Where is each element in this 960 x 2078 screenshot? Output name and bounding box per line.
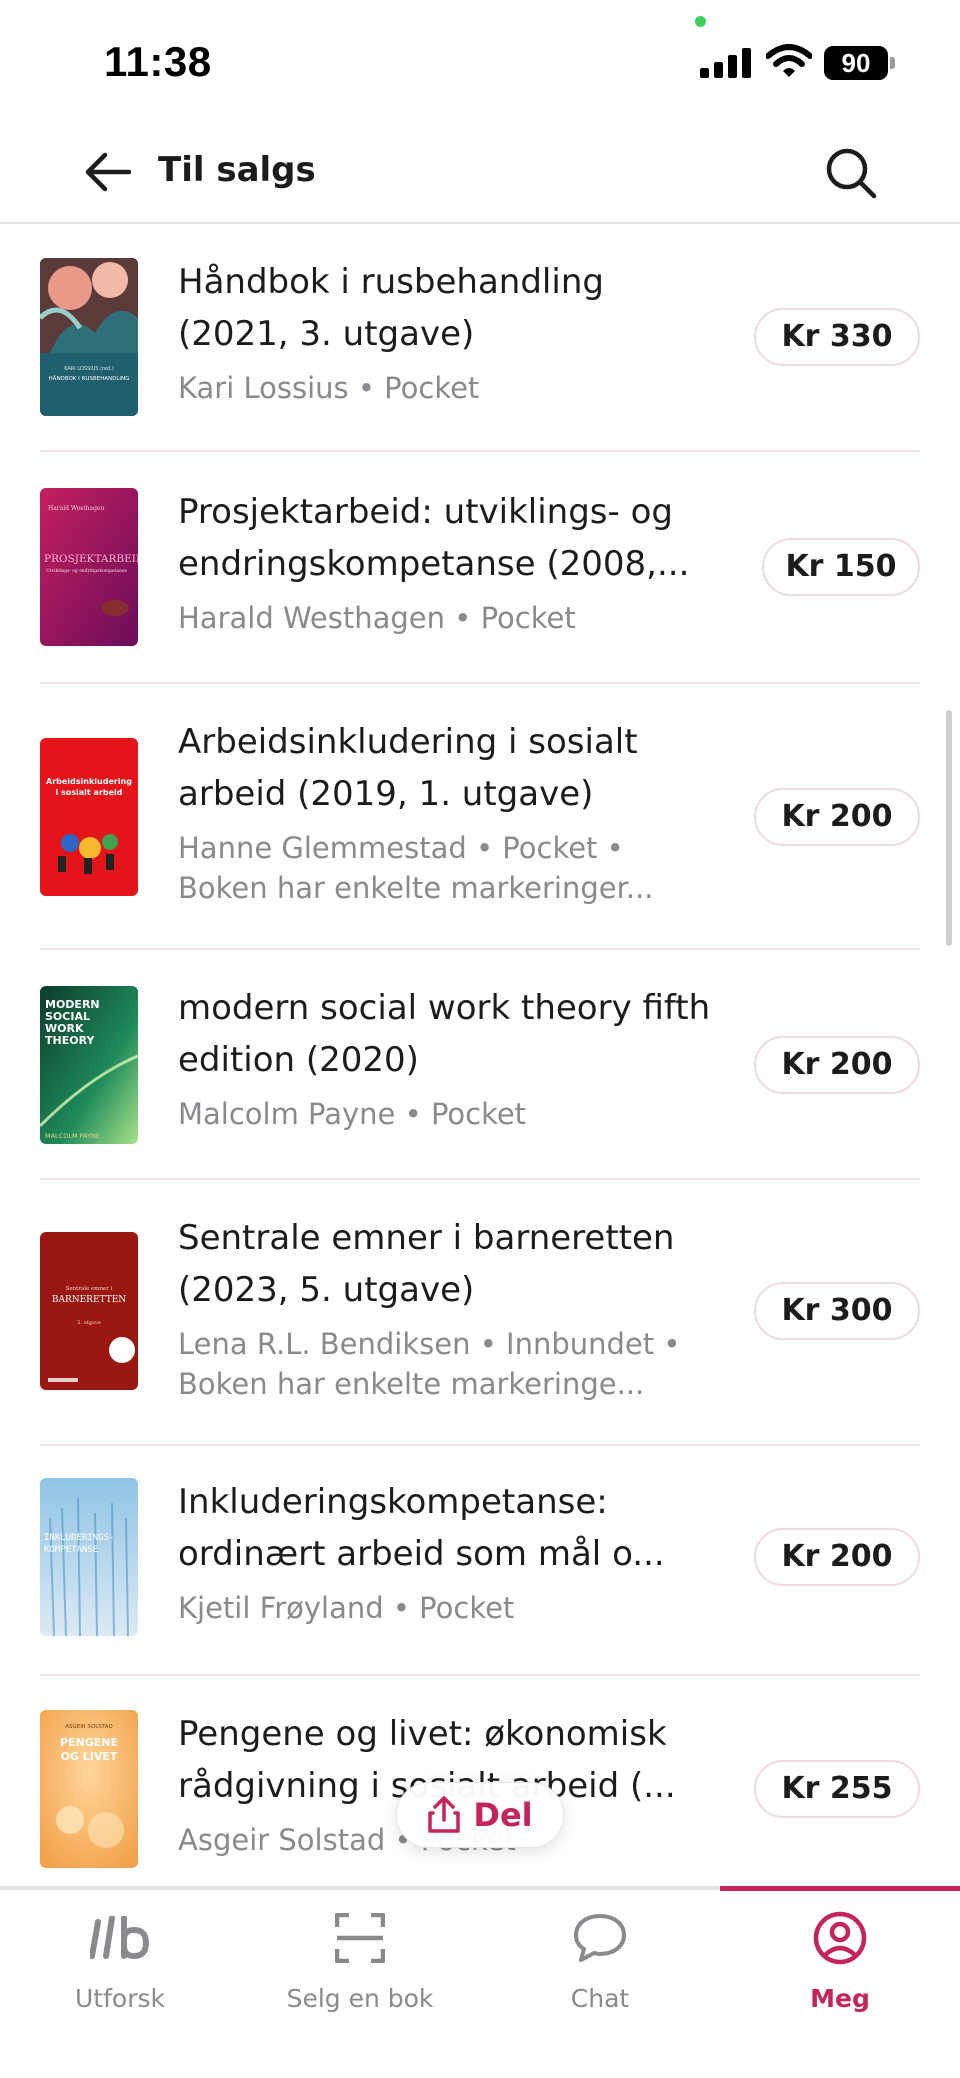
- cover-text: Sentrale emner i: [66, 1286, 113, 1292]
- book-info: Arbeidsinkludering i sosialt arbeid (201…: [178, 716, 718, 908]
- list-item[interactable]: KARI LOSSIUS (red.) HÅNDBOK I RUSBEHANDL…: [0, 226, 960, 452]
- book-title: Håndbok i rusbehandling (2021, 3. utgave…: [178, 262, 604, 354]
- book-title: modern social work theory fifth edition …: [178, 988, 711, 1080]
- cover-text: ASGEIR SOLSTAD: [65, 1724, 113, 1730]
- divider: [40, 450, 920, 452]
- back-button[interactable]: [80, 144, 136, 200]
- cover-text: Utviklings- og endringskompetanse: [46, 568, 127, 574]
- nav-label: Utforsk: [75, 1984, 165, 2013]
- search-icon: [826, 148, 877, 199]
- book-cover: Sentrale emner i BARNERETTEN 5. utgave: [40, 1232, 138, 1390]
- book-meta: Kari Lossius • Pocket: [178, 371, 480, 405]
- cover-text: Arbeidsinkludering: [46, 777, 132, 786]
- cover-text: KOMPETANSE: [44, 1545, 98, 1555]
- nav-item-selg-en-bok[interactable]: Selg en bok: [240, 1890, 480, 2020]
- list-item[interactable]: INKLUDERINGS- KOMPETANSE Inkluderingskom…: [0, 1448, 960, 1676]
- book-cover: INKLUDERINGS- KOMPETANSE: [40, 1478, 138, 1636]
- share-button[interactable]: Del: [396, 1782, 564, 1848]
- nav-item-utforsk[interactable]: Utforsk: [0, 1890, 240, 2020]
- book-cover: Harald Westhagen PROSJEKTARBEID Utviklin…: [40, 488, 138, 646]
- cover-text: KARI LOSSIUS (red.): [64, 366, 114, 372]
- book-info: modern social work theory fifth edition …: [178, 982, 718, 1134]
- battery-icon: 90: [824, 46, 896, 80]
- book-list[interactable]: KARI LOSSIUS (red.) HÅNDBOK I RUSBEHANDL…: [0, 226, 960, 1886]
- list-item[interactable]: Arbeidsinkludering i sosialt arbeid Arbe…: [0, 686, 960, 950]
- book-meta: Lena R.L. Bendiksen • Innbundet • Boken …: [178, 1327, 681, 1401]
- nav-label: Selg en bok: [286, 1984, 434, 2013]
- cover-text: THEORY: [45, 1034, 95, 1047]
- cover-text: BARNERETTEN: [52, 1295, 126, 1305]
- ib-logo-icon: [90, 1908, 150, 1968]
- book-title: Sentrale emner i barneretten (2023, 5. u…: [178, 1218, 675, 1310]
- price-chip[interactable]: Kr 200: [754, 788, 920, 846]
- cover-text: PENGENE: [60, 1736, 118, 1749]
- cover-text: PROSJEKTARBEID: [44, 553, 138, 565]
- book-title: Inkluderingskompetanse: ordinært arbeid …: [178, 1482, 665, 1574]
- privacy-indicator-dot: [695, 16, 706, 27]
- list-item[interactable]: Sentrale emner i BARNERETTEN 5. utgave S…: [0, 1182, 960, 1446]
- divider: [40, 682, 920, 684]
- battery-level: 90: [824, 46, 888, 80]
- cellular-signal-icon: [700, 48, 751, 78]
- price-chip[interactable]: Kr 330: [754, 308, 920, 366]
- book-meta: Harald Westhagen • Pocket: [178, 601, 576, 635]
- share-icon: [428, 1796, 461, 1833]
- divider: [40, 948, 920, 950]
- book-info: Sentrale emner i barneretten (2023, 5. u…: [178, 1212, 718, 1404]
- nav-item-meg[interactable]: Meg: [720, 1890, 960, 2020]
- scan-icon: [330, 1908, 390, 1968]
- divider: [40, 1674, 920, 1676]
- cover-text: 5. utgave: [77, 1320, 101, 1326]
- cover-text: MALCOLM PAYNE: [45, 1132, 100, 1140]
- book-meta: Kjetil Frøyland • Pocket: [178, 1591, 515, 1625]
- book-info: Prosjektarbeid: utviklings- og endringsk…: [178, 486, 718, 638]
- list-item[interactable]: MODERN SOCIAL WORK THEORY MALCOLM PAYNE …: [0, 952, 960, 1180]
- status-time: 11:38: [104, 38, 212, 85]
- book-cover: KARI LOSSIUS (red.) HÅNDBOK I RUSBEHANDL…: [40, 258, 138, 416]
- price-chip[interactable]: Kr 200: [754, 1528, 920, 1586]
- wifi-icon: [766, 44, 812, 77]
- book-info: Håndbok i rusbehandling (2021, 3. utgave…: [178, 256, 718, 408]
- book-cover: ASGEIR SOLSTAD PENGENE OG LIVET: [40, 1710, 138, 1868]
- user-circle-icon: [810, 1908, 870, 1968]
- nav-label: Meg: [810, 1984, 870, 2013]
- book-title: Prosjektarbeid: utviklings- og endringsk…: [178, 492, 690, 584]
- list-item[interactable]: Harald Westhagen PROSJEKTARBEID Utviklin…: [0, 454, 960, 684]
- price-chip[interactable]: Kr 150: [762, 538, 920, 596]
- price-chip[interactable]: Kr 300: [754, 1282, 920, 1340]
- book-info: Inkluderingskompetanse: ordinært arbeid …: [178, 1476, 718, 1628]
- scrollbar[interactable]: [946, 710, 952, 946]
- divider: [40, 1444, 920, 1446]
- cover-text: i sosialt arbeid: [55, 788, 122, 797]
- cover-text: OG LIVET: [61, 1750, 118, 1763]
- share-label: Del: [473, 1796, 533, 1834]
- cover-text: HÅNDBOK I RUSBEHANDLING: [49, 375, 130, 382]
- divider: [40, 1178, 920, 1180]
- book-title: Arbeidsinkludering i sosialt arbeid (201…: [178, 722, 638, 814]
- book-cover: MODERN SOCIAL WORK THEORY MALCOLM PAYNE: [40, 986, 138, 1144]
- status-bar: 11:38 90: [0, 0, 960, 120]
- bottom-nav: Utforsk Selg en bok Chat Meg: [0, 1886, 960, 2078]
- search-button[interactable]: [820, 142, 882, 204]
- book-meta: Hanne Glemmestad • Pocket • Boken har en…: [178, 831, 654, 905]
- nav-label: Chat: [570, 1984, 630, 2013]
- nav-item-chat[interactable]: Chat: [480, 1890, 720, 2020]
- app-header: Til salgs: [0, 120, 960, 224]
- page-title: Til salgs: [158, 150, 316, 190]
- chat-bubble-icon: [570, 1908, 630, 1968]
- price-chip[interactable]: Kr 200: [754, 1036, 920, 1094]
- book-meta: Malcolm Payne • Pocket: [178, 1097, 527, 1131]
- price-chip[interactable]: Kr 255: [754, 1760, 920, 1818]
- book-cover: Arbeidsinkludering i sosialt arbeid: [40, 738, 138, 896]
- cover-text: Harald Westhagen: [48, 505, 104, 512]
- arrow-left-icon: [85, 152, 131, 192]
- cover-text: INKLUDERINGS-: [44, 1533, 114, 1543]
